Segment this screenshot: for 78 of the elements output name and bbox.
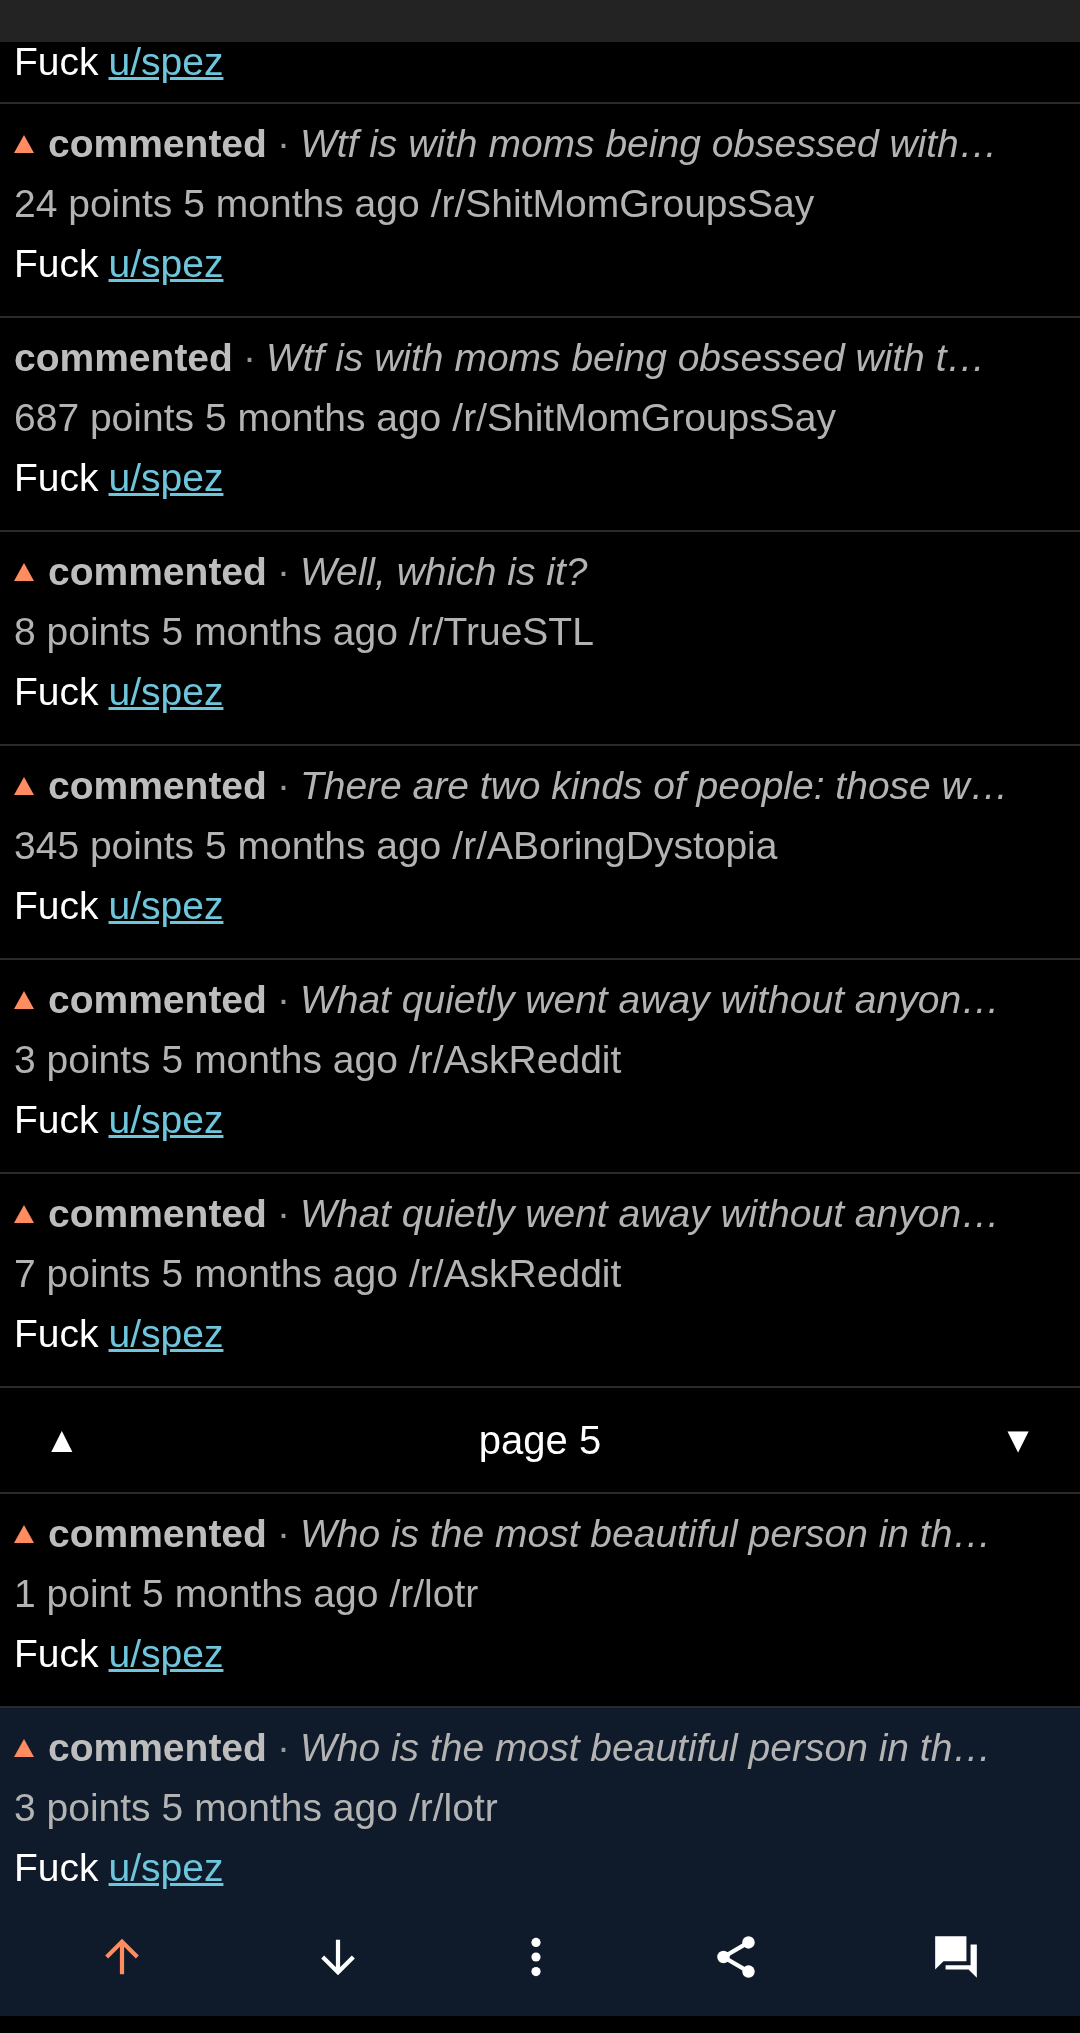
post-title[interactable]: There are two kinds of people: those w… (299, 756, 1009, 816)
points: 3 points (14, 1785, 151, 1831)
age: 5 months ago (161, 1785, 398, 1831)
comment-card[interactable]: commented · Wtf is with moms being obsessed with… 24 points 5 months ago /r/ShitMomGroupsSay Fuck u/spez (0, 104, 1080, 318)
comment-text: Fuck (14, 670, 99, 713)
separator-dot: · (276, 549, 290, 595)
post-title[interactable]: Wtf is with moms being obsessed with… (299, 114, 998, 174)
selected-comment-card[interactable]: commented · Who is the most beautiful person in th… 3 points 5 months ago /r/lotr Fuck u/spez (0, 1708, 1080, 2016)
subreddit[interactable]: /r/lotr (408, 1778, 498, 1838)
page-label: page 5 (478, 1417, 602, 1463)
comment-text: Fuck (14, 884, 99, 927)
subreddit[interactable]: /r/AskReddit (408, 1030, 622, 1090)
user-link[interactable]: u/spez (108, 884, 224, 927)
post-title[interactable]: Who is the most beautiful person in th… (299, 1504, 992, 1564)
comment-text: Fuck (14, 40, 99, 83)
comment-text: Fuck (14, 1098, 99, 1141)
post-title[interactable]: What quietly went away without anyon… (299, 1184, 1001, 1244)
user-link[interactable]: u/spez (108, 40, 224, 83)
subreddit[interactable]: /r/TrueSTL (408, 602, 594, 662)
points: 687 points (14, 395, 194, 441)
user-link[interactable]: u/spez (108, 670, 224, 713)
subreddit[interactable]: /r/ABoringDystopia (452, 816, 778, 876)
separator-dot: · (276, 1725, 290, 1771)
comment-card[interactable]: commented · Well, which is it? 8 points 5 months ago /r/TrueSTL Fuck u/spez (0, 532, 1080, 746)
age: 5 months ago (205, 395, 442, 441)
more-icon (531, 1937, 541, 1977)
points: 345 points (14, 823, 194, 869)
post-title[interactable]: What quietly went away without anyon… (299, 970, 1001, 1030)
points: 1 point (14, 1571, 132, 1617)
comment-text: Fuck (14, 456, 99, 499)
action-label: commented (48, 1725, 267, 1771)
comment-card[interactable]: commented · There are two kinds of people: those w… 345 points 5 months ago /r/ABoringDystopia Fuck u/spez (0, 746, 1080, 960)
points: 3 points (14, 1037, 151, 1083)
age: 5 months ago (205, 823, 442, 869)
user-link[interactable]: u/spez (108, 456, 224, 499)
subreddit[interactable]: /r/ShitMomGroupsSay (430, 174, 815, 234)
subreddit[interactable]: /r/lotr (389, 1564, 479, 1624)
age: 5 months ago (161, 609, 398, 655)
comment-text: Fuck (14, 242, 99, 285)
subreddit[interactable]: /r/ShitMomGroupsSay (452, 388, 836, 448)
action-label: commented (48, 977, 267, 1023)
user-link[interactable]: u/spez (108, 1312, 224, 1355)
more-options-button[interactable] (531, 1937, 541, 1977)
age: 5 months ago (183, 181, 420, 227)
separator-dot: · (276, 763, 290, 809)
user-link[interactable]: u/spez (108, 1846, 224, 1889)
previous-page-button[interactable]: ▲ (44, 1419, 80, 1461)
action-label: commented (48, 549, 267, 595)
comment-text: Fuck (14, 1846, 99, 1889)
points: 8 points (14, 609, 151, 655)
points: 7 points (14, 1251, 151, 1297)
user-link[interactable]: u/spez (108, 1632, 224, 1675)
action-label: commented (48, 1511, 267, 1557)
separator-dot: · (242, 335, 256, 381)
action-label: commented (48, 121, 267, 167)
separator-dot: · (276, 121, 290, 167)
action-label: commented (48, 763, 267, 809)
age: 5 months ago (161, 1037, 398, 1083)
comment-card[interactable]: commented · Wtf is with moms being obsessed with t… 687 points 5 months ago /r/ShitMomGroupsSay Fuck u/spez (0, 318, 1080, 532)
points: 24 points (14, 181, 173, 227)
comment-text: Fuck (14, 1312, 99, 1355)
next-page-button[interactable]: ▼ (1000, 1419, 1036, 1461)
comment-text: Fuck (14, 1632, 99, 1675)
subreddit[interactable]: /r/AskReddit (408, 1244, 622, 1304)
separator-dot: · (276, 977, 290, 1023)
user-link[interactable]: u/spez (108, 242, 224, 285)
separator-dot: · (276, 1511, 290, 1557)
age: 5 months ago (142, 1571, 379, 1617)
post-title[interactable]: Wtf is with moms being obsessed with t… (265, 328, 986, 388)
age: 5 months ago (161, 1251, 398, 1297)
comment-card[interactable]: commented · What quietly went away without anyon… 7 points 5 months ago /r/AskReddit Fuck u/spez (0, 1174, 1080, 1388)
separator-dot: · (276, 1191, 290, 1237)
post-title[interactable]: Well, which is it? (299, 542, 588, 602)
post-title[interactable]: Who is the most beautiful person in th… (299, 1718, 992, 1778)
action-label: commented (14, 335, 233, 381)
comment-card[interactable]: commented · What quietly went away without anyon… 3 points 5 months ago /r/AskReddit Fuck u/spez (0, 960, 1080, 1174)
action-label: commented (48, 1191, 267, 1237)
user-link[interactable]: u/spez (108, 1098, 224, 1141)
